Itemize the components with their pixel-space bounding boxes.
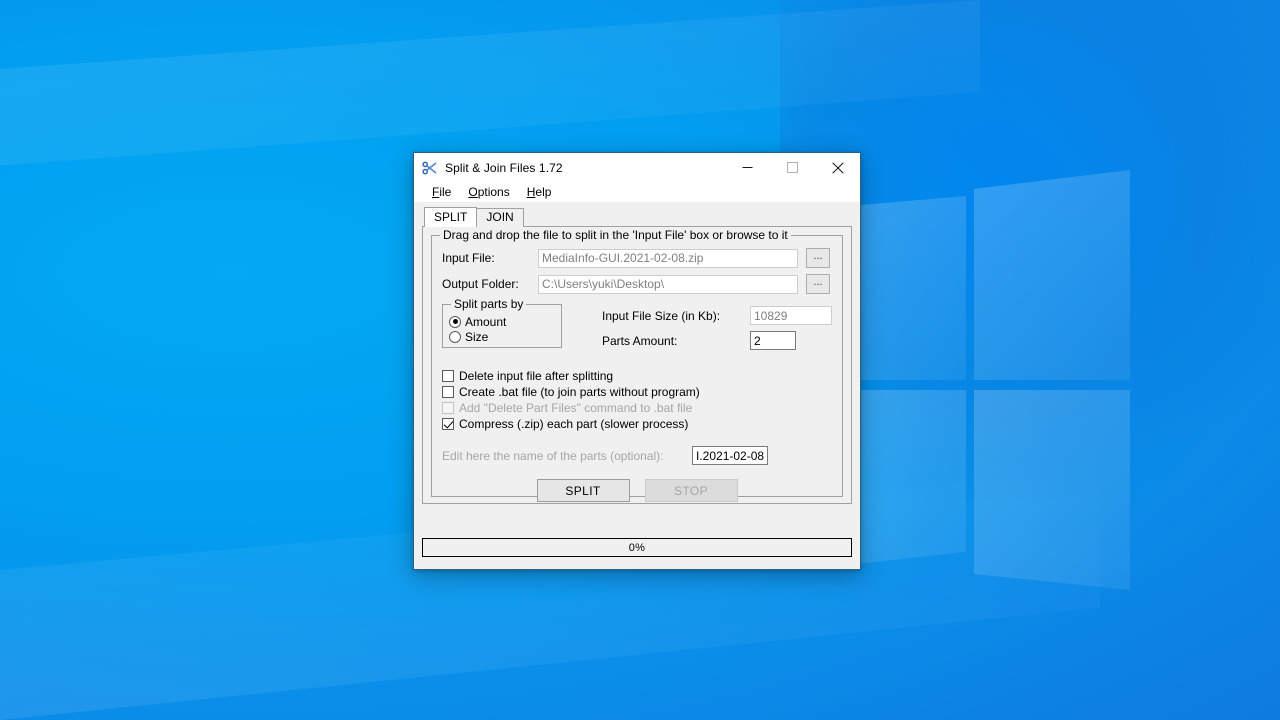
radio-amount[interactable] <box>449 315 461 328</box>
output-folder-label: Output Folder: <box>442 277 519 291</box>
windows-logo-pane-bottom-right <box>974 390 1130 590</box>
checkbox-compress-each-part-label: Compress (.zip) each part (slower proces… <box>459 417 689 431</box>
checkbox-add-delete-part-files-label: Add "Delete Part Files" command to .bat … <box>459 401 693 415</box>
parts-name-label: Edit here the name of the parts (optiona… <box>442 448 664 463</box>
parts-amount-label: Parts Amount: <box>602 333 678 348</box>
checkbox-delete-input-file-label: Delete input file after splitting <box>459 369 614 383</box>
input-file-label: Input File: <box>442 251 495 265</box>
split-settings-legend: Drag and drop the file to split in the '… <box>440 229 791 242</box>
split-mode-block: Split parts by Amount Size Input File Si… <box>442 298 832 356</box>
parts-name-row: Edit here the name of the parts (optiona… <box>442 446 832 465</box>
tab-split[interactable]: SPLIT <box>424 207 478 227</box>
input-file-row: Input File: ... <box>442 248 832 268</box>
size-fields-block: Input File Size (in Kb): Parts Amount: <box>602 304 832 356</box>
stop-button: STOP <box>644 479 738 502</box>
windows-logo-pane-top-right <box>974 170 1130 380</box>
parts-amount-row: Parts Amount: <box>602 331 832 350</box>
menu-accel-options: O <box>468 185 478 199</box>
window-title: Split & Join Files 1.72 <box>445 160 563 175</box>
client-area: SPLIT JOIN Drag and drop the file to spl… <box>414 202 860 569</box>
menu-item-options[interactable]: Options <box>468 185 509 199</box>
menu-bar: File Options Help <box>414 182 860 202</box>
minimize-button[interactable] <box>725 153 770 182</box>
split-parts-by-group: Split parts by Amount Size <box>442 298 562 348</box>
radio-row-amount[interactable]: Amount <box>449 314 561 329</box>
radio-size-label: Size <box>465 329 489 344</box>
menu-label-file: ile <box>439 185 452 199</box>
title-bar[interactable]: Split & Join Files 1.72 <box>414 153 860 182</box>
checkbox-row-compress-zip[interactable]: Compress (.zip) each part (slower proces… <box>442 416 832 432</box>
window-controls <box>725 153 860 182</box>
input-file-size-row: Input File Size (in Kb): <box>602 306 832 325</box>
input-file-input[interactable] <box>538 248 798 268</box>
menu-label-help: elp <box>535 185 552 199</box>
radio-size[interactable] <box>449 330 461 343</box>
split-parts-by-legend: Split parts by <box>451 298 527 311</box>
checkbox-row-delete-input[interactable]: Delete input file after splitting <box>442 368 832 384</box>
scissors-icon <box>422 160 438 176</box>
progress-percent-label: 0% <box>628 541 646 554</box>
close-button[interactable] <box>815 153 860 182</box>
tab-join[interactable]: JOIN <box>476 208 524 227</box>
parts-amount-input[interactable] <box>750 331 796 350</box>
output-folder-input[interactable] <box>538 274 798 294</box>
maximize-button[interactable] <box>770 153 815 182</box>
split-join-files-window: Split & Join Files 1.72 File Options Hel… <box>413 152 861 570</box>
radio-amount-label: Amount <box>465 314 507 329</box>
menu-item-help[interactable]: Help <box>527 185 552 199</box>
split-settings-group: Drag and drop the file to split in the '… <box>431 229 843 502</box>
split-button[interactable]: SPLIT <box>536 479 630 502</box>
menu-label-options: ptions <box>477 185 510 199</box>
action-buttons-row: SPLIT STOP <box>442 479 832 502</box>
output-folder-browse-button[interactable]: ... <box>806 274 830 294</box>
radio-row-size[interactable]: Size <box>449 329 561 344</box>
checkbox-delete-input-file[interactable] <box>442 370 454 382</box>
checkbox-row-add-delete-part-files: Add "Delete Part Files" command to .bat … <box>442 400 832 416</box>
desktop-background: Split & Join Files 1.72 File Options Hel… <box>0 0 1280 720</box>
parts-name-input[interactable] <box>692 446 768 465</box>
menu-item-file[interactable]: File <box>432 185 451 199</box>
progress-bar: 0% <box>422 538 852 557</box>
split-tab-page: Drag and drop the file to split in the '… <box>422 226 852 504</box>
checkbox-create-bat-file-label: Create .bat file (to join parts without … <box>459 385 700 399</box>
output-folder-row: Output Folder: ... <box>442 274 832 294</box>
input-file-size-label: Input File Size (in Kb): <box>602 308 721 323</box>
checkbox-row-create-bat[interactable]: Create .bat file (to join parts without … <box>442 384 832 400</box>
input-file-size-input <box>750 306 832 325</box>
options-checkbox-list: Delete input file after splitting Create… <box>442 368 832 432</box>
input-file-browse-button[interactable]: ... <box>806 248 830 268</box>
checkbox-add-delete-part-files <box>442 402 454 414</box>
tab-strip: SPLIT JOIN <box>424 207 852 227</box>
checkbox-compress-each-part[interactable] <box>442 418 454 430</box>
checkbox-create-bat-file[interactable] <box>442 386 454 398</box>
